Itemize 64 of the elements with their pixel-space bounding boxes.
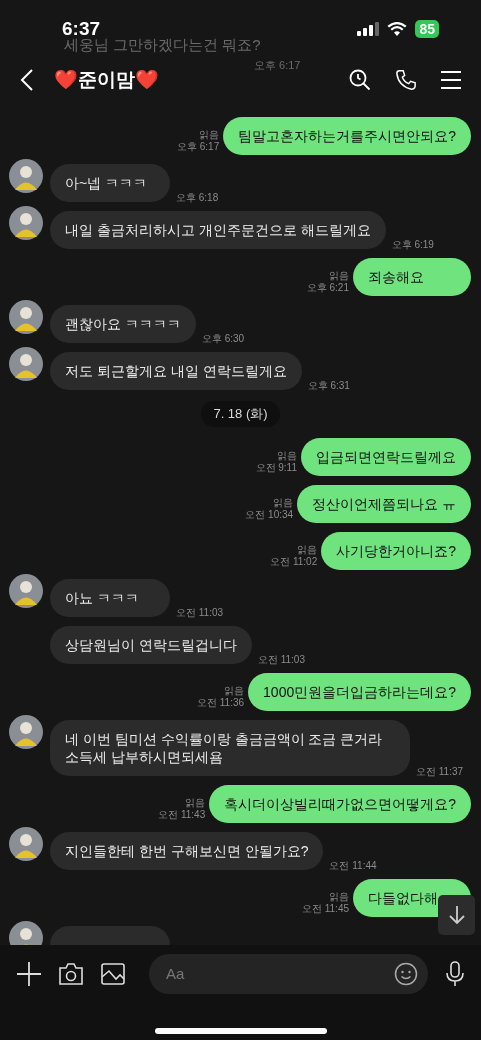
message-time: 오전 11:43	[158, 808, 206, 821]
received-message-bubble: 아뇨 ㅋㅋㅋ	[50, 578, 170, 617]
message-time: 오전 11:03	[257, 653, 305, 666]
read-receipt: 읽음	[273, 496, 294, 509]
read-receipt: 읽음	[224, 684, 245, 697]
received-message-bubble: 괜찮아요 ㅋㅋㅋㅋ	[50, 305, 196, 343]
sent-message-bubble: 1000민원을더입금하라는데요?	[248, 672, 471, 711]
avatar[interactable]	[9, 206, 43, 240]
microphone-icon[interactable]	[446, 960, 464, 987]
message-time: 오후 6:31	[307, 380, 350, 392]
back-icon[interactable]	[20, 69, 34, 91]
read-receipt: 읽음	[277, 449, 297, 462]
message-time: 오전 11:36	[197, 696, 245, 709]
down-arrow-icon	[447, 905, 466, 925]
message-time: 오전 9:11	[255, 461, 297, 474]
message-time: 오후 6:17	[176, 141, 220, 153]
message-time: 오전 11:44	[329, 859, 377, 872]
faded-message-text: 오후 6:17	[254, 57, 301, 73]
message-time: 오전 11:03	[176, 606, 224, 619]
image-icon[interactable]	[101, 962, 125, 985]
avatar[interactable]	[9, 573, 43, 608]
phone-icon[interactable]	[395, 69, 417, 91]
message-time: 오전 10:34	[245, 508, 294, 521]
sent-message-bubble: 입금되면연락드릴께요	[301, 437, 471, 476]
menu-icon[interactable]	[441, 71, 461, 89]
avatar[interactable]	[9, 826, 43, 861]
received-message-bubble: 저도 퇴근할게요 내일 연락드릴게요	[50, 352, 302, 390]
received-message-bubble: 상담원님이 연락드릴겁니다	[50, 625, 252, 664]
avatar[interactable]	[9, 300, 43, 334]
sent-message-bubble: 혹시더이상빌리때가없으면어떻게요?	[209, 784, 471, 823]
sent-message-bubble: 팀말고혼자하는거를주시면안되요?	[223, 117, 471, 155]
message-time: 오전 11:37	[416, 765, 464, 778]
message-time: 오후 6:18	[176, 192, 219, 204]
wifi-icon	[387, 21, 408, 37]
read-receipt: 읽음	[297, 543, 318, 556]
chat-title: ❤준이맘❤	[54, 67, 159, 92]
camera-icon[interactable]	[59, 962, 83, 985]
date-label: 7. 18 (화)	[201, 401, 280, 427]
plus-icon[interactable]	[17, 961, 41, 986]
message-time: 오후 6:21	[306, 282, 349, 294]
message-time: 오전 11:02	[270, 555, 318, 568]
received-message-bubble: 아~넵 ㅋㅋㅋ	[50, 164, 170, 202]
sent-message-bubble: 사기당한거아니죠?	[321, 531, 471, 570]
battery-indicator: 85	[415, 20, 439, 38]
received-message-bubble: 지인들한테 한번 구해보신면 안될가요?	[50, 831, 324, 870]
read-receipt: 읽음	[199, 129, 220, 141]
avatar[interactable]	[9, 159, 43, 193]
message-time: 오후 6:30	[201, 333, 245, 345]
search-icon[interactable]	[349, 69, 371, 91]
read-receipt: 읽음	[329, 890, 349, 903]
scroll-down-button[interactable]	[438, 895, 475, 935]
message-time: 오전 11:45	[301, 902, 349, 915]
emoji-icon[interactable]	[394, 961, 418, 986]
received-message-bubble: 내일 출금처리하시고 개인주문건으로 해드릴게요	[50, 211, 386, 249]
sent-message-bubble: 정산이언제쯤되나요 ㅠ	[297, 484, 471, 523]
sent-message-bubble: 죄송해요	[353, 258, 471, 296]
message-input-field[interactable]: Aa	[149, 953, 428, 994]
received-message-bubble: 네 이번 팀미션 수익률이랑 출금금액이 조금 큰거라 소득세 납부하시면되세욤	[50, 719, 410, 776]
signal-icon	[357, 22, 380, 36]
read-receipt: 읽음	[185, 796, 206, 809]
message-time: 오후 6:19	[391, 239, 434, 251]
avatar[interactable]	[9, 714, 43, 749]
avatar[interactable]	[9, 347, 43, 381]
read-receipt: 읽음	[329, 270, 349, 282]
